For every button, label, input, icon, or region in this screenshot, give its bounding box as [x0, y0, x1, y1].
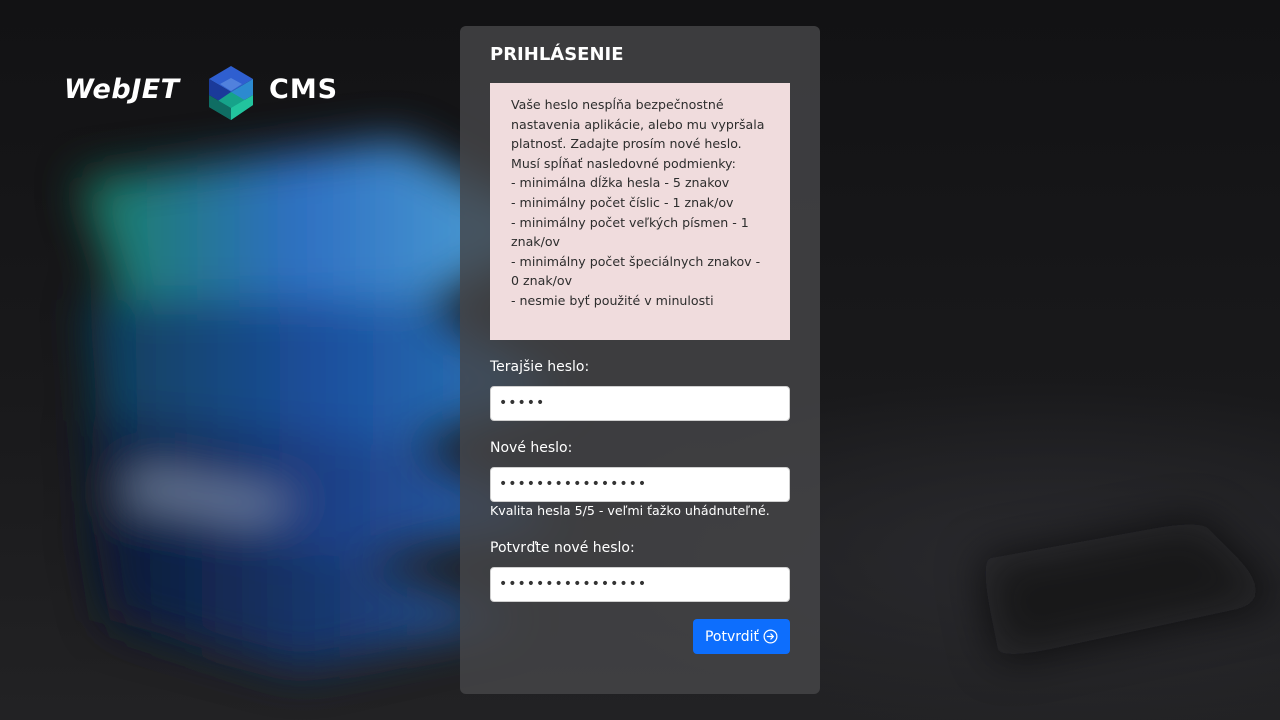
password-rule: - nesmie byť použité v minulosti [511, 292, 714, 308]
alert-intro: Vaše heslo nespĺňa bezpečnostné nastaven… [511, 97, 765, 171]
logo-word-webjet: WebJET [64, 74, 180, 105]
password-quality-text: Kvalita hesla 5/5 - veľmi ťažko uhádnute… [490, 503, 770, 518]
panel-title: PRIHLÁSENIE [490, 44, 624, 65]
password-rule: - minimálna dĺžka hesla - 5 znakov [511, 175, 730, 191]
new-password-label: Nové heslo: [490, 440, 573, 456]
password-rule: - minimálny počet číslic - 1 znak/ov [511, 194, 734, 210]
login-panel: PRIHLÁSENIE Vaše heslo nespĺňa bezpečnos… [460, 26, 820, 694]
current-password-label: Terajšie heslo: [490, 359, 590, 375]
password-policy-alert: Vaše heslo nespĺňa bezpečnostné nastaven… [490, 83, 790, 340]
password-rules-list: - minimálna dĺžka hesla - 5 znakov - min… [511, 173, 772, 310]
submit-button-label: Potvrdiť [704, 628, 760, 645]
confirm-password-label: Potvrďte nové heslo: [490, 540, 635, 556]
confirm-password-input[interactable]: •••••••••••••••• [490, 567, 790, 602]
password-rule: - minimálny počet veľkých písmen - 1 zna… [511, 214, 749, 250]
webjet-cube-icon [209, 66, 253, 120]
password-rule: - minimálny počet špeciálnych znakov - 0… [511, 253, 761, 289]
current-password-input[interactable]: ••••• [490, 386, 790, 421]
webjet-cms-logo: WebJET CMS [64, 64, 354, 124]
logo-word-cms: CMS [269, 74, 339, 105]
submit-button[interactable]: Potvrdiť [693, 619, 790, 654]
arrow-right-circle-icon [763, 629, 778, 644]
new-password-input[interactable]: •••••••••••••••• [490, 467, 790, 502]
